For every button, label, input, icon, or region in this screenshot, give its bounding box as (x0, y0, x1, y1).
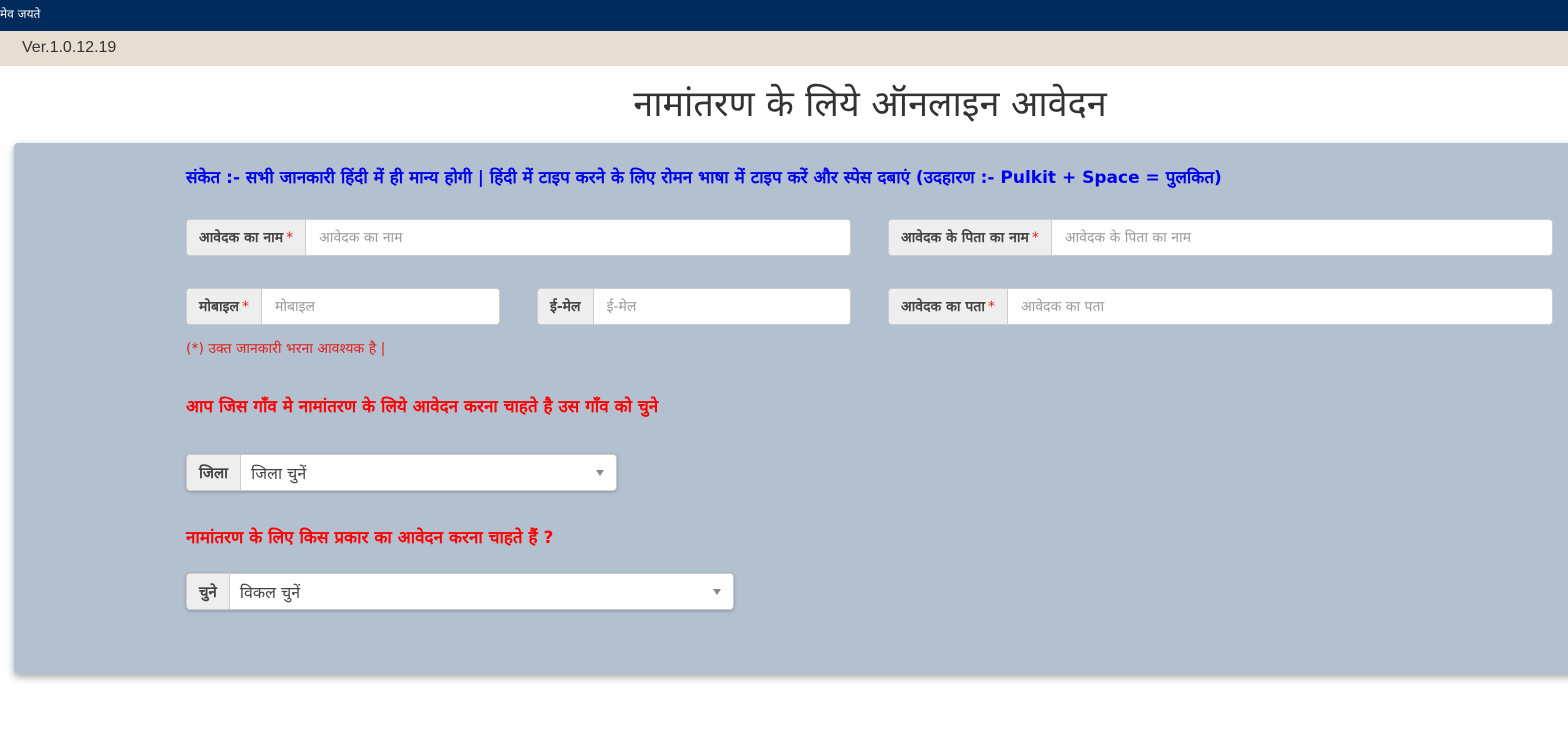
district-selected-value: जिला चुनें (251, 463, 307, 483)
address-group: आवेदक का पता * (888, 288, 1553, 325)
hint-text: संकेत :- सभी जानकारी हिंदी में ही मान्य … (186, 168, 1222, 188)
dropdown-arrow-icon (596, 470, 604, 476)
district-select[interactable]: जिला चुनें (240, 454, 617, 491)
address-input[interactable] (1007, 289, 1552, 324)
mobile-input[interactable] (261, 289, 499, 324)
mobile-group: मोबाइल * (186, 288, 500, 325)
version-label: Ver.1.0.12.19 (22, 39, 117, 56)
village-question: आप जिस गाँव मे नामांतरण के लिये आवेदन कर… (186, 397, 659, 417)
email-input[interactable] (593, 289, 850, 324)
applicant-name-label: आवेदक का नाम * (187, 220, 307, 255)
required-mark: * (987, 298, 995, 315)
required-note: (*) उक्त जानकारी भरना आवश्यक है | (186, 341, 386, 357)
email-group: ई-मेल (537, 288, 851, 325)
required-mark: * (1031, 229, 1039, 246)
required-mark: * (241, 298, 249, 315)
application-type-selected-value: विकल चुनें (239, 582, 301, 602)
dropdown-arrow-icon (713, 589, 721, 595)
motto-text: मेव जयते (0, 7, 41, 21)
applicant-name-input[interactable] (306, 220, 850, 255)
application-type-question: नामांतरण के लिए किस प्रकार का आवेदन करना… (186, 528, 554, 548)
father-name-label: आवेदक के पिता का नाम * (889, 220, 1052, 255)
page-title: नामांतरण के लिये ऑनलाइन आवेदन (633, 84, 1107, 125)
father-name-input[interactable] (1051, 220, 1552, 255)
father-name-group: आवेदक के पिता का नाम * (888, 219, 1553, 256)
version-bar: Ver.1.0.12.19 (0, 31, 1568, 66)
application-type-label: चुने (186, 573, 229, 610)
email-label: ई-मेल (538, 289, 594, 324)
top-bar: मेव जयते (0, 0, 1568, 31)
application-type-select-group: चुने विकल चुनें (186, 573, 734, 610)
address-label: आवेदक का पता * (889, 289, 1008, 324)
district-select-group: जिला जिला चुनें (186, 454, 617, 491)
district-label: जिला (186, 454, 241, 491)
required-mark: * (286, 229, 294, 246)
applicant-name-group: आवेदक का नाम * (186, 219, 851, 256)
application-type-select[interactable]: विकल चुनें (228, 573, 734, 610)
mobile-label: मोबाइल * (187, 289, 262, 324)
